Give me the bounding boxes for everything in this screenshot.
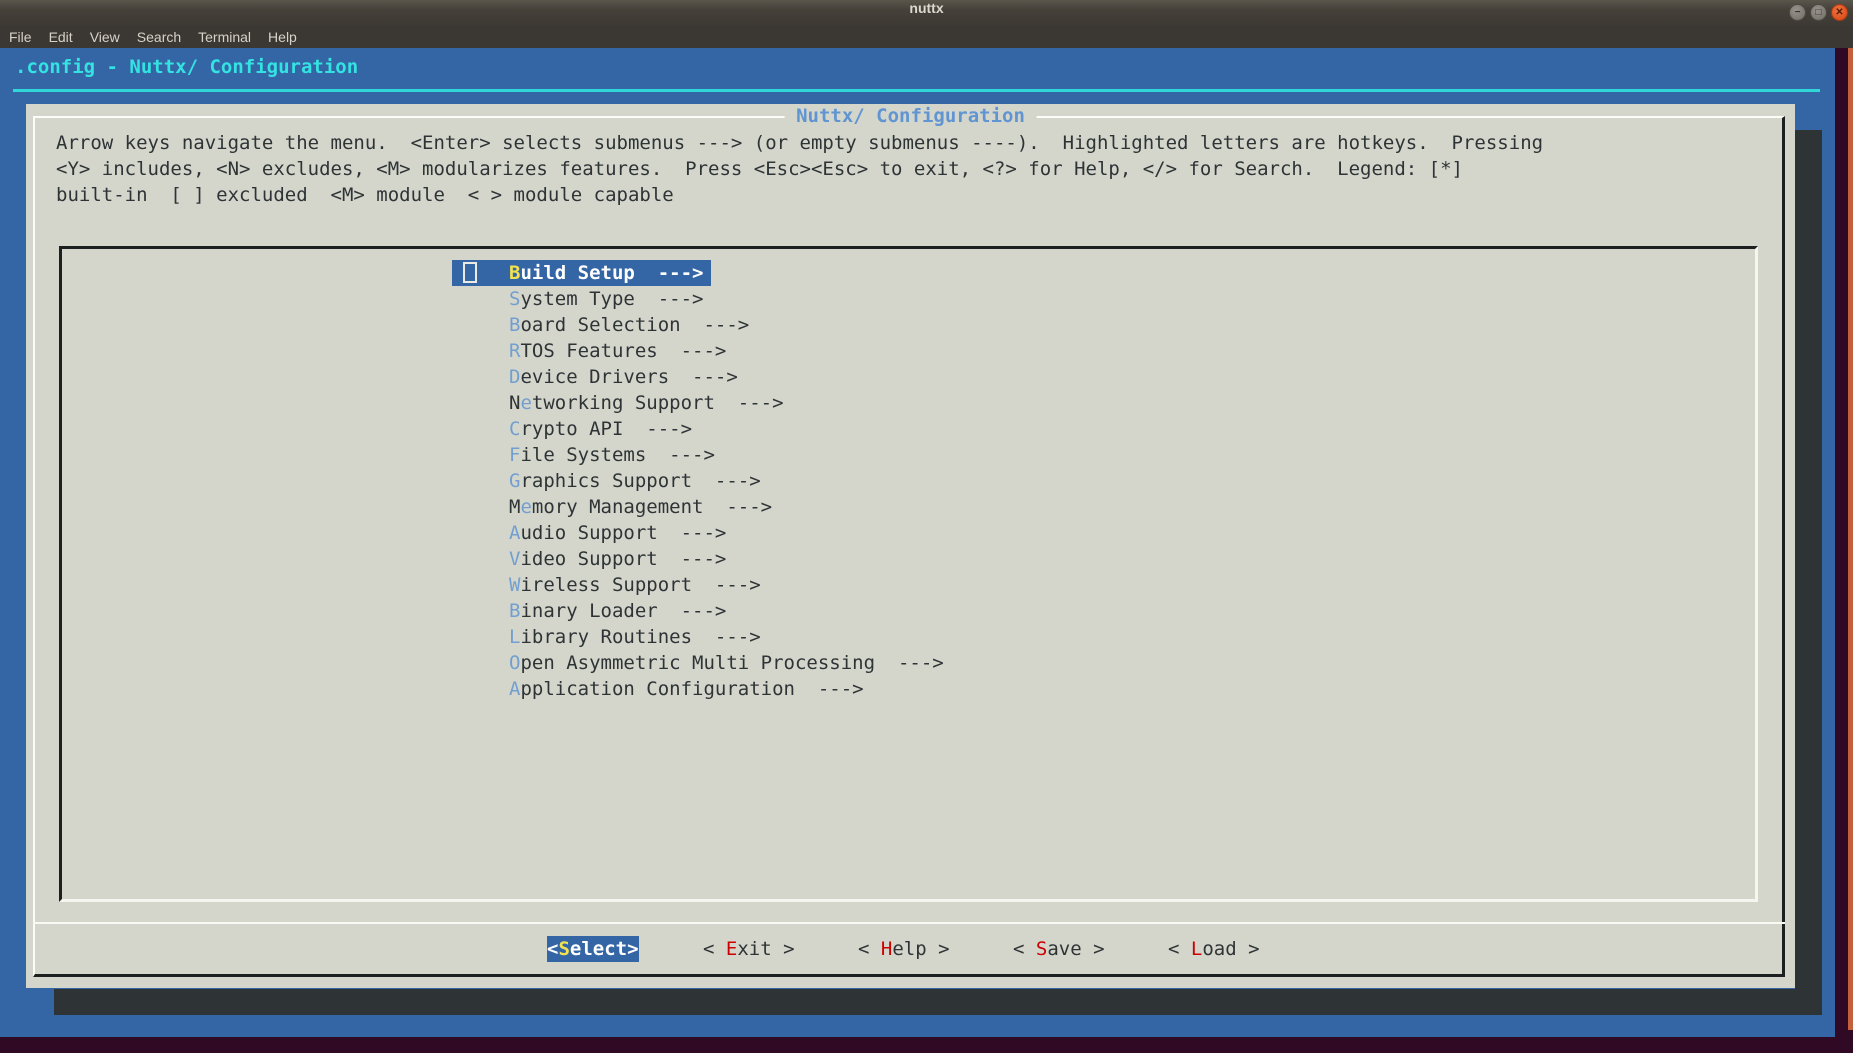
window-chrome: nuttx −□✕ File Edit View Search Terminal Help xyxy=(0,0,1853,48)
maximize-button[interactable]: □ xyxy=(1810,4,1827,21)
configuration-dialog: Nuttx/ Configuration Arrow keys navigate… xyxy=(26,104,1795,988)
menu-help[interactable]: Help xyxy=(268,29,297,45)
config-top-title: .config - Nuttx/ Configuration xyxy=(15,54,358,80)
menu-search[interactable]: Search xyxy=(137,29,181,45)
terminal[interactable]: .config - Nuttx/ Configuration Nuttx/ Co… xyxy=(0,48,1835,1037)
close-button[interactable]: ✕ xyxy=(1831,4,1848,21)
dialog-shadow-bottom xyxy=(54,989,1822,1015)
menu-file[interactable]: File xyxy=(9,29,32,45)
desktop-wallpaper-stripe xyxy=(1848,48,1853,1030)
title-separator-line xyxy=(13,89,1820,92)
screen: nuttx −□✕ File Edit View Search Terminal Help… xyxy=(0,0,1853,1053)
button-row: <Select> < Exit > < Help > < Save > < Load > xyxy=(26,104,1795,988)
dialog-shadow-right xyxy=(1795,130,1822,1015)
menu-edit[interactable]: Edit xyxy=(49,29,73,45)
window-title: nuttx xyxy=(0,0,1853,16)
select-button[interactable]: <Select> xyxy=(547,936,639,962)
menu-view[interactable]: View xyxy=(90,29,120,45)
exit-button[interactable]: < Exit > xyxy=(703,936,795,962)
menu-terminal[interactable]: Terminal xyxy=(198,29,251,45)
window-controls: −□✕ xyxy=(1789,4,1848,21)
titlebar[interactable]: nuttx −□✕ xyxy=(0,0,1853,26)
help-button[interactable]: < Help > xyxy=(858,936,950,962)
minimize-button[interactable]: − xyxy=(1789,4,1806,21)
load-button[interactable]: < Load > xyxy=(1168,936,1260,962)
save-button[interactable]: < Save > xyxy=(1013,936,1105,962)
menubar: File Edit View Search Terminal Help xyxy=(0,26,1853,48)
